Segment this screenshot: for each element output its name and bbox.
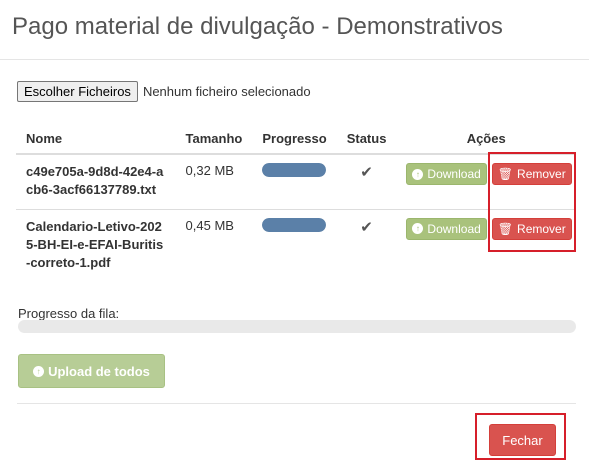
- file-progress-fill: [262, 163, 327, 177]
- file-input-status: Nenhum ficheiro selecionado: [142, 84, 311, 99]
- modal-title: Pago material de divulgação - Demonstrat…: [12, 13, 503, 40]
- column-header-status: Status: [336, 124, 397, 155]
- check-icon: ✔: [360, 164, 373, 181]
- table-header-row: Nome Tamanho Progresso Status Ações: [16, 124, 576, 155]
- column-header-size: Tamanho: [175, 124, 253, 155]
- choose-files-button[interactable]: Escolher Ficheiros: [17, 81, 138, 102]
- remove-buttons-highlight: [488, 152, 576, 252]
- upload-all-button[interactable]: ↑ Upload de todos: [18, 354, 165, 388]
- download-button-label: Download: [427, 221, 481, 236]
- download-button[interactable]: ↑ Download: [406, 217, 487, 240]
- upload-circle-icon: ↑: [33, 365, 45, 377]
- upload-all-label: Upload de todos: [48, 363, 150, 379]
- close-button-highlight: [475, 413, 566, 460]
- file-progress-bar: [262, 217, 327, 232]
- file-size: 0,45 MB: [185, 217, 234, 233]
- modal-header: Pago material de divulgação - Demonstrat…: [0, 0, 589, 60]
- footer-divider: [17, 403, 576, 404]
- queue-progress-label: Progresso da fila:: [18, 306, 120, 321]
- column-header-actions: Ações: [396, 124, 576, 155]
- download-circle-icon: ↑: [412, 223, 424, 234]
- download-button[interactable]: ↑ Download: [406, 163, 487, 185]
- file-progress-fill: [262, 217, 327, 232]
- file-progress-bar: [262, 163, 327, 177]
- file-name: c49e705a-9d8d-42e4-acb6-3acf66137789.txt: [16, 154, 176, 210]
- column-header-progress: Progresso: [252, 124, 337, 155]
- column-header-name: Nome: [16, 124, 176, 155]
- file-input[interactable]: Escolher Ficheiros Nenhum ficheiro selec…: [17, 81, 311, 102]
- check-icon: ✔: [360, 218, 373, 236]
- download-circle-icon: ↑: [412, 168, 424, 180]
- file-size: 0,32 MB: [175, 154, 253, 210]
- file-name: Calendario-Letivo-2025-BH-EI-e-EFAI-Buri…: [26, 218, 164, 270]
- queue-progress-bar: [18, 320, 576, 333]
- download-button-label: Download: [427, 167, 481, 181]
